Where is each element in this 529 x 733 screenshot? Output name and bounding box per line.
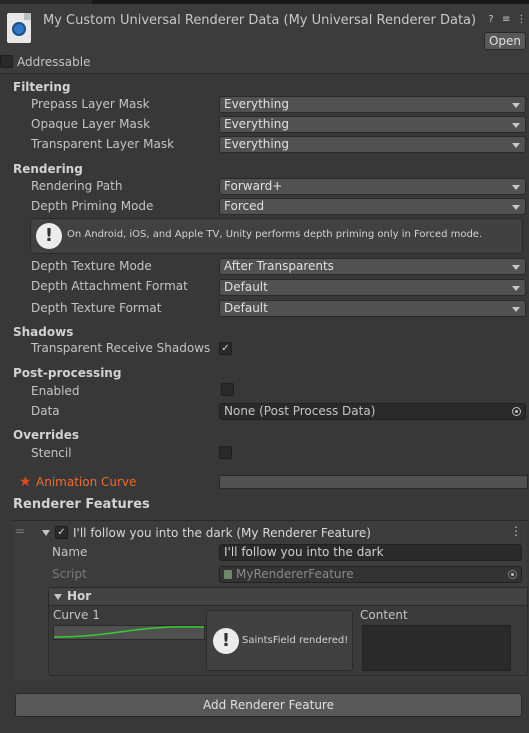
star-icon: ★ [19, 474, 32, 490]
feature-script-field: MyRendererFeature [219, 566, 522, 583]
depth-texture-format-label: Depth Texture Format [31, 301, 162, 315]
transparent-receive-shadows-checkbox[interactable]: ✓ [219, 342, 232, 355]
addressable-row: Addressable [0, 52, 529, 74]
opaque-layer-mask-label: Opaque Layer Mask [31, 117, 151, 131]
help-icon[interactable]: ? [485, 14, 497, 25]
asset-title: My Custom Universal Renderer Data (My Un… [43, 13, 477, 28]
saintsfield-help-box: ! SaintsField rendered! [206, 610, 353, 671]
renderer-features-section-title: Renderer Features [13, 497, 150, 512]
transparent-layer-mask-dropdown[interactable]: Everything [219, 136, 526, 153]
rendering-path-dropdown[interactable]: Forward+ [219, 178, 526, 195]
post-process-data-value: None (Post Process Data) [224, 404, 376, 418]
hor-foldout-arrow-icon[interactable] [54, 594, 62, 600]
feature-script-value: MyRendererFeature [236, 567, 354, 581]
feature-name-field[interactable]: I'll follow you into the dark [219, 544, 522, 561]
hor-title: Hor [67, 589, 92, 603]
depth-texture-mode-dropdown[interactable]: After Transparents [219, 258, 526, 275]
depth-priming-help-text: On Android, iOS, and Apple TV, Unity per… [67, 229, 483, 240]
prepass-layer-mask-dropdown[interactable]: Everything [219, 96, 526, 113]
filtering-section-title: Filtering [13, 80, 71, 94]
drag-handle-icon[interactable]: = [15, 524, 25, 538]
post-process-data-label: Data [31, 404, 60, 418]
feature-title: I'll follow you into the dark (My Render… [73, 526, 371, 540]
script-file-icon [224, 570, 232, 579]
rendering-path-label: Rendering Path [31, 179, 123, 193]
presets-icon[interactable]: ≡ [500, 14, 512, 25]
script-picker-icon [508, 570, 517, 579]
post-processing-enabled-label: Enabled [31, 384, 80, 398]
prepass-layer-mask-label: Prepass Layer Mask [31, 97, 150, 111]
post-process-data-field[interactable]: None (Post Process Data) [219, 403, 526, 420]
depth-attachment-format-dropdown[interactable]: Default [219, 279, 526, 296]
animation-curve-label: Animation Curve [36, 475, 137, 489]
hor-foldout-header[interactable]: Hor [49, 588, 527, 606]
renderer-asset-icon [7, 13, 31, 43]
saintsfield-text: SaintsField rendered! [242, 635, 349, 646]
feature-enabled-checkbox[interactable]: ✓ [55, 526, 68, 539]
overrides-section-title: Overrides [13, 428, 79, 442]
addressable-label: Addressable [17, 55, 91, 69]
depth-priming-mode-label: Depth Priming Mode [31, 199, 154, 213]
addressable-checkbox[interactable] [0, 55, 13, 68]
add-renderer-feature-button[interactable]: Add Renderer Feature [15, 693, 522, 717]
content-text-area[interactable] [362, 625, 511, 671]
depth-attachment-format-label: Depth Attachment Format [31, 279, 188, 293]
rendering-section-title: Rendering [13, 162, 83, 176]
transparent-layer-mask-label: Transparent Layer Mask [31, 137, 175, 151]
post-processing-enabled-checkbox[interactable] [221, 383, 234, 396]
depth-priming-mode-dropdown[interactable]: Forced [219, 198, 526, 215]
transparent-receive-shadows-label: Transparent Receive Shadows [31, 341, 211, 355]
stencil-label: Stencil [31, 446, 72, 460]
header-icons: ? ≡ ⋮ [485, 14, 527, 25]
post-processing-section-title: Post-processing [13, 366, 122, 380]
depth-texture-mode-label: Depth Texture Mode [31, 259, 152, 273]
hor-foldout-group: Hor Curve 1 ! SaintsField rendered! Cont… [48, 587, 528, 676]
depth-texture-format-dropdown[interactable]: Default [219, 300, 526, 317]
warning-icon: ! [36, 223, 62, 249]
depth-priming-help-box: ! On Android, iOS, and Apple TV, Unity p… [30, 218, 523, 254]
open-button[interactable]: Open [484, 32, 526, 50]
object-picker-icon[interactable] [512, 407, 521, 416]
opaque-layer-mask-dropdown[interactable]: Everything [219, 116, 526, 133]
saints-info-icon: ! [213, 628, 239, 654]
content-label: Content [360, 608, 408, 622]
curve-1-label: Curve 1 [53, 608, 100, 622]
curve-preview [54, 626, 204, 638]
kebab-menu-icon[interactable]: ⋮ [515, 14, 527, 25]
feature-name-label: Name [52, 545, 88, 559]
shadows-section-title: Shadows [13, 325, 74, 339]
curve-1-field[interactable] [53, 625, 205, 640]
foldout-arrow-icon[interactable] [42, 530, 50, 536]
animation-curve-field[interactable] [219, 475, 528, 489]
feature-script-label: Script [52, 567, 87, 581]
inspector-header: My Custom Universal Renderer Data (My Un… [0, 4, 529, 52]
stencil-checkbox[interactable] [219, 446, 232, 459]
feature-menu-icon[interactable]: ⋮ [510, 524, 522, 538]
